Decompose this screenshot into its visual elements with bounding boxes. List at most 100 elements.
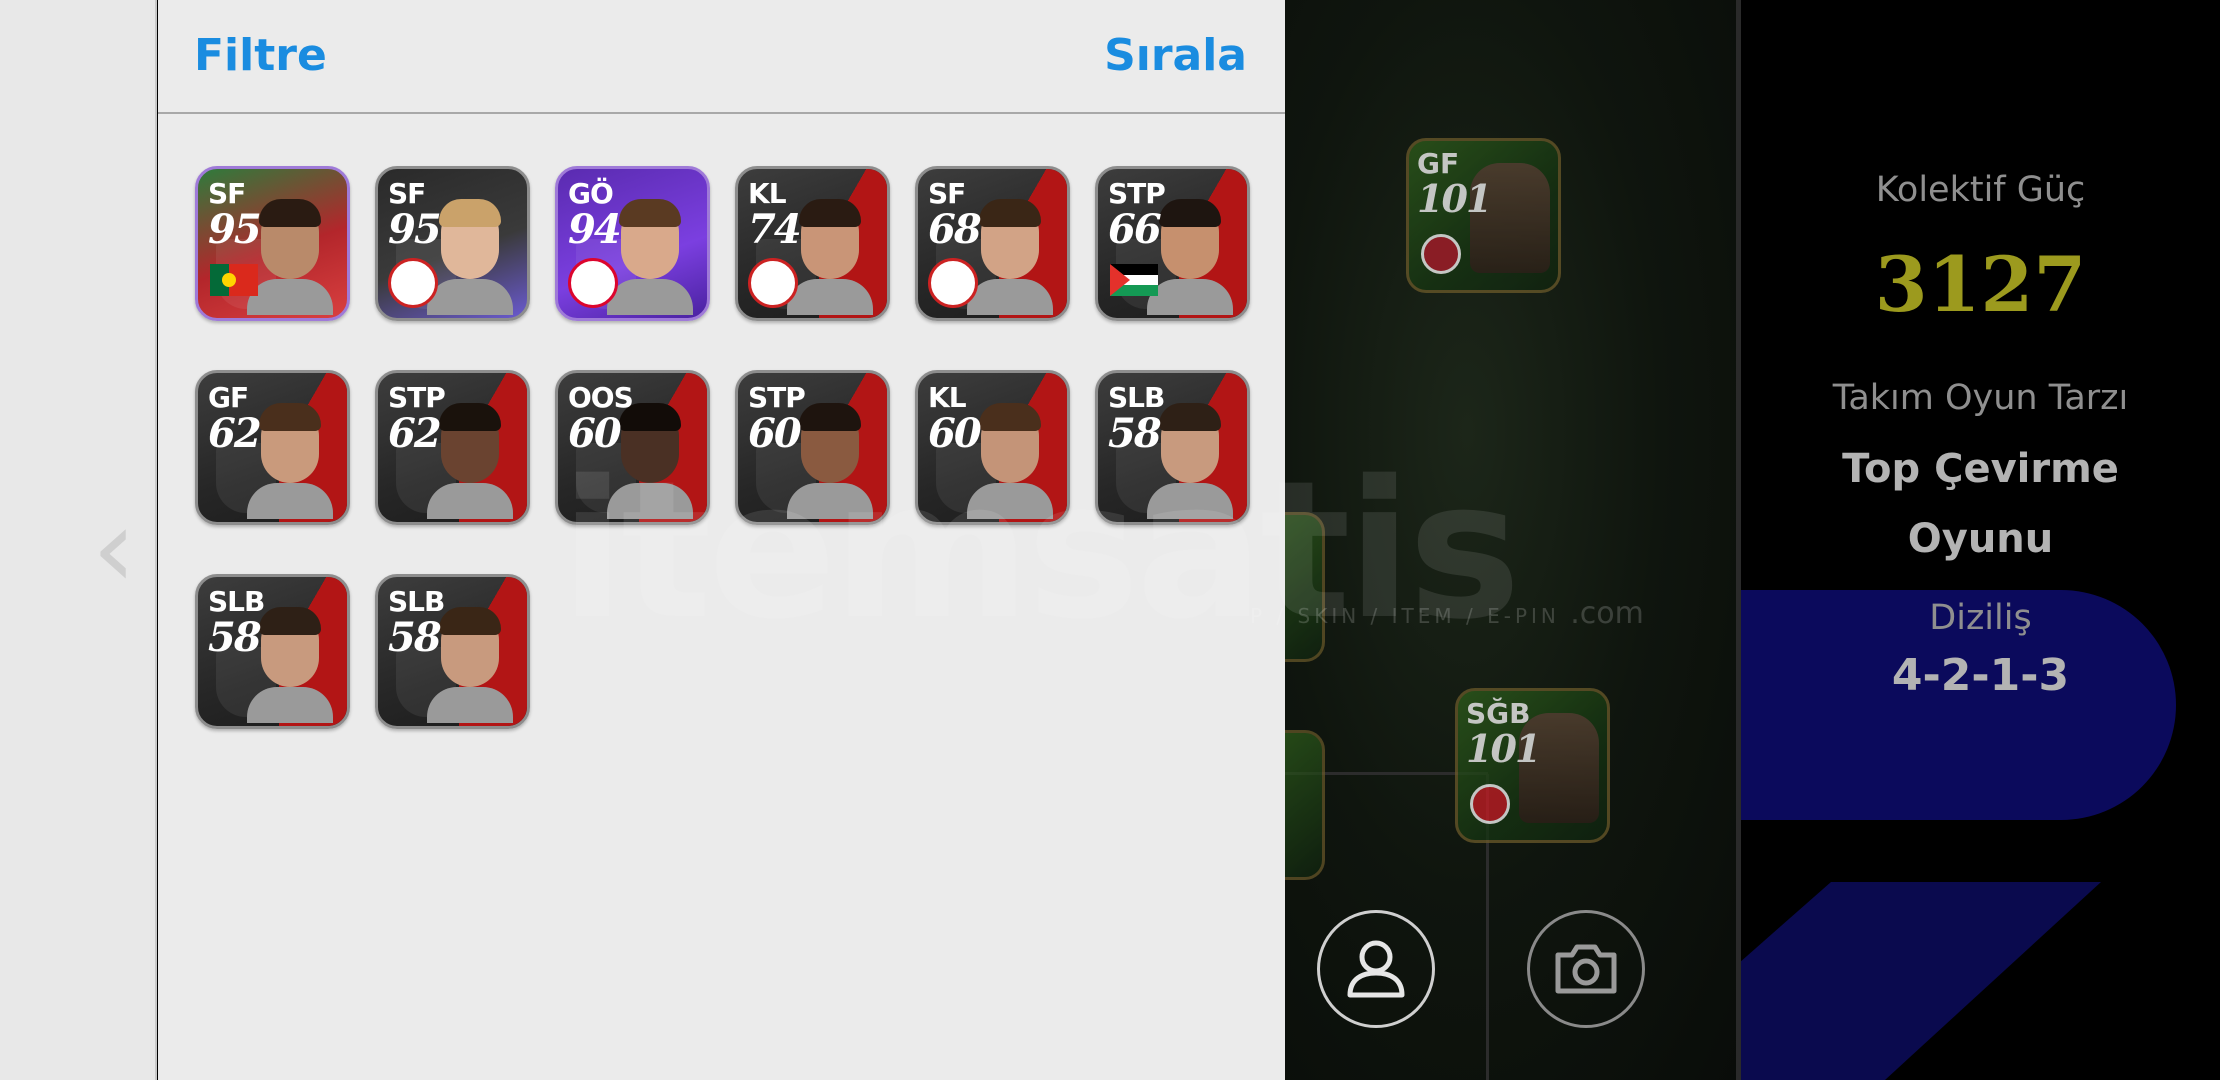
player-position: GF <box>1417 147 1460 180</box>
player-body <box>1147 483 1233 519</box>
player-card[interactable]: KL 74 <box>735 166 890 321</box>
player-hair <box>439 403 501 431</box>
player-hair <box>439 607 501 635</box>
player-hair <box>979 199 1041 227</box>
player-rating: 66 <box>1108 206 1162 253</box>
player-rating: 58 <box>388 614 442 661</box>
player-rating: 62 <box>388 410 442 457</box>
player-position: KL <box>748 177 787 210</box>
player-body <box>967 279 1053 315</box>
player-card[interactable]: SLB 58 <box>195 574 350 729</box>
player-list-panel: Filtre Sırala SF 95 SF 95 GÖ 94 KL 74 SF 68 STP 66 G… <box>158 0 1285 1080</box>
play-style-value: Top Çevirme Oyunu <box>1741 434 2220 574</box>
player-rating: 58 <box>1108 410 1162 457</box>
player-body <box>247 483 333 519</box>
player-position: KL <box>928 381 967 414</box>
sort-button[interactable]: Sırala <box>1104 30 1247 81</box>
watermark-suffix: .com <box>1570 596 1644 631</box>
player-card[interactable]: SLB 58 <box>1095 370 1250 525</box>
player-body <box>1147 279 1233 315</box>
player-rating: 74 <box>748 206 802 253</box>
player-card[interactable]: SLB 58 <box>375 574 530 729</box>
play-style-line: Top Çevirme <box>1842 446 2119 492</box>
player-position: SĞB <box>1466 697 1531 730</box>
partial-player-card[interactable] <box>1285 512 1325 662</box>
player-card[interactable]: SF 68 <box>915 166 1070 321</box>
player-hair <box>259 607 321 635</box>
pitch-player-card[interactable]: SĞB 101 <box>1455 688 1610 843</box>
player-rating: 60 <box>928 410 982 457</box>
player-rating: 101 <box>1417 176 1492 221</box>
player-position: STP <box>388 381 446 414</box>
player-position: SLB <box>388 585 445 618</box>
player-hair <box>1159 199 1221 227</box>
player-hair <box>259 403 321 431</box>
player-position: GÖ <box>568 177 614 210</box>
player-body <box>787 279 873 315</box>
player-position: STP <box>1108 177 1166 210</box>
play-style-label: Takım Oyun Tarzı <box>1832 378 2129 418</box>
camera-button[interactable] <box>1527 910 1645 1028</box>
player-card[interactable]: KL 60 <box>915 370 1070 525</box>
player-position: SF <box>208 177 246 210</box>
player-card[interactable]: GF 62 <box>195 370 350 525</box>
player-position: SLB <box>208 585 265 618</box>
team-info-panel: Kolektif Güç 3127 Takım Oyun Tarzı Top Ç… <box>1741 0 2220 1080</box>
player-position: STP <box>748 381 806 414</box>
player-rating: 94 <box>568 206 622 253</box>
player-position: OOS <box>568 381 634 414</box>
club-badge-icon <box>1421 234 1461 274</box>
player-position: SF <box>388 177 426 210</box>
player-position: SF <box>928 177 966 210</box>
player-profile-button[interactable] <box>1317 910 1435 1028</box>
player-rating: 95 <box>208 206 262 253</box>
player-rating: 58 <box>208 614 262 661</box>
player-card[interactable]: SF 95 <box>195 166 350 321</box>
pitch-player-card[interactable]: GF 101 <box>1406 138 1561 293</box>
player-rating: 95 <box>388 206 442 253</box>
player-body <box>607 483 693 519</box>
collective-power-value: 3127 <box>1874 240 2087 329</box>
chevron-left-icon[interactable]: ‹ <box>92 493 152 603</box>
club-badge-icon <box>388 258 438 308</box>
player-card[interactable]: SF 95 <box>375 166 530 321</box>
player-hair <box>619 199 681 227</box>
player-position: SLB <box>1108 381 1165 414</box>
player-rating: 60 <box>568 410 622 457</box>
formation-label: Diziliş <box>1929 598 2032 638</box>
player-card[interactable]: GÖ 94 <box>555 166 710 321</box>
player-hair <box>979 403 1041 431</box>
player-hair <box>1159 403 1221 431</box>
player-body <box>247 687 333 723</box>
player-body <box>787 483 873 519</box>
player-rating: 68 <box>928 206 982 253</box>
player-hair <box>799 199 861 227</box>
list-header: Filtre Sırala <box>158 0 1285 114</box>
player-card[interactable]: STP 60 <box>735 370 890 525</box>
player-body <box>427 279 513 315</box>
partial-player-card[interactable] <box>1285 730 1325 880</box>
club-badge-icon <box>1470 784 1510 824</box>
player-position: GF <box>208 381 249 414</box>
watermark-tagline: P / SKIN / ITEM / E-PIN <box>1250 604 1560 628</box>
filter-button[interactable]: Filtre <box>194 30 327 81</box>
player-body <box>427 687 513 723</box>
club-badge-icon <box>748 258 798 308</box>
player-card[interactable]: STP 66 <box>1095 166 1250 321</box>
player-rating: 101 <box>1466 726 1541 771</box>
player-rating: 60 <box>748 410 802 457</box>
club-badge-icon <box>928 258 978 308</box>
watermark-sub: P / SKIN / ITEM / E-PIN .com <box>1250 596 1644 631</box>
collective-power-label: Kolektif Güç <box>1875 170 2086 210</box>
camera-icon <box>1555 944 1617 994</box>
player-hair <box>259 199 321 227</box>
person-icon <box>1347 940 1405 998</box>
player-card[interactable]: OOS 60 <box>555 370 710 525</box>
player-hair <box>799 403 861 431</box>
player-card[interactable]: STP 62 <box>375 370 530 525</box>
left-gutter: ‹ <box>0 0 157 1080</box>
formation-value: 4-2-1-3 <box>1891 650 2070 701</box>
player-rating: 62 <box>208 410 262 457</box>
decorative-shape <box>1741 882 2101 1080</box>
player-body <box>427 483 513 519</box>
